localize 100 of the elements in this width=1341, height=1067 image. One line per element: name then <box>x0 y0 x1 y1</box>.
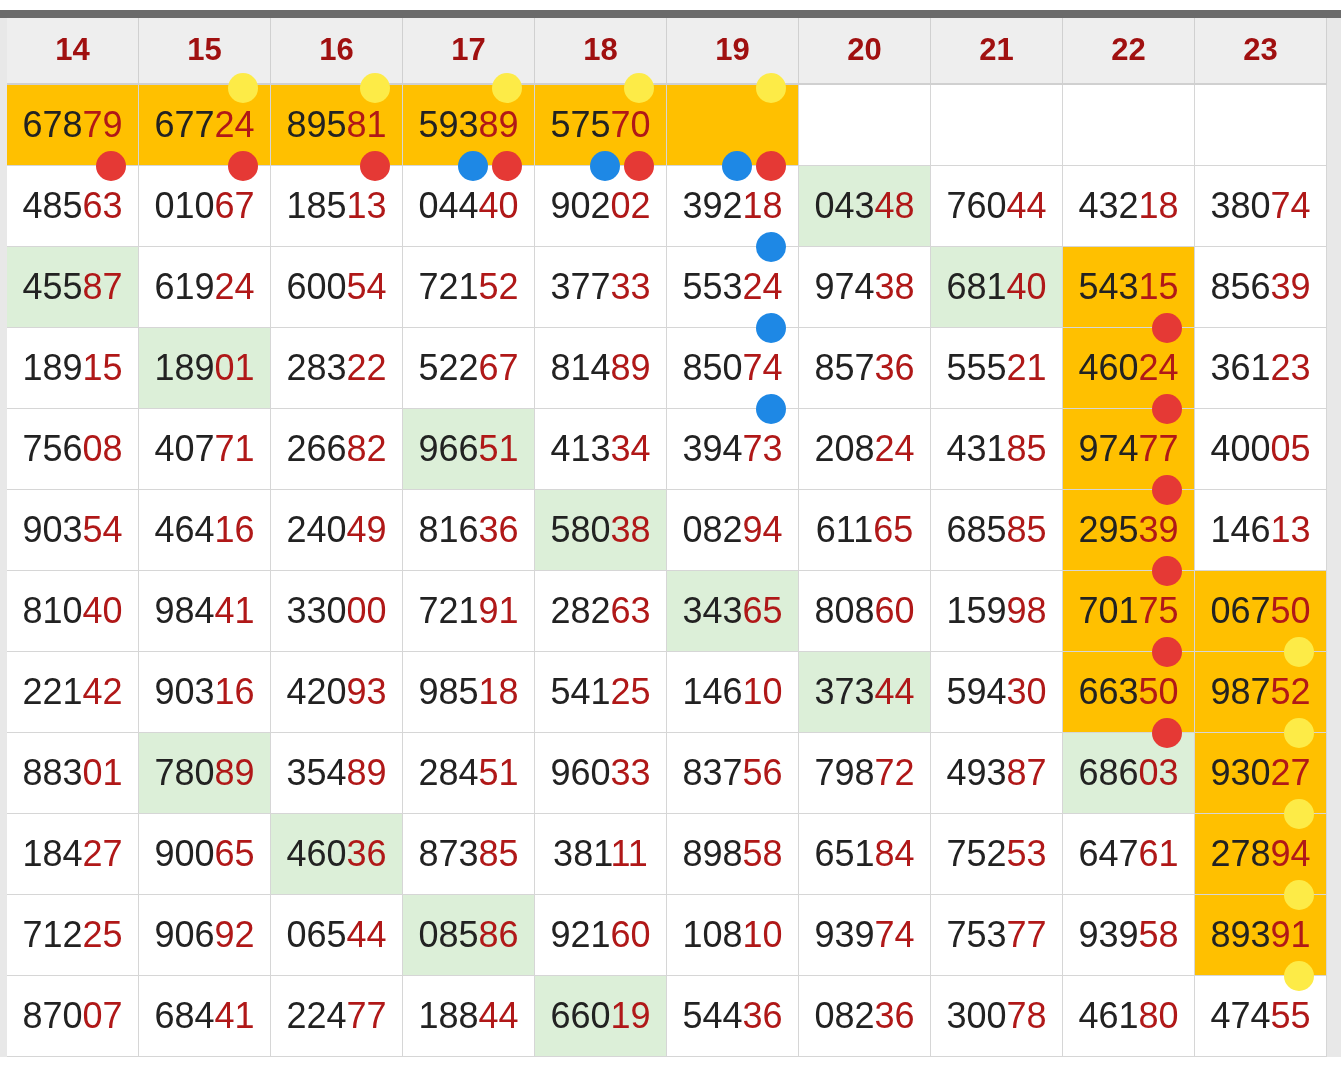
table-cell: 24049 <box>271 490 403 571</box>
table-cell: 81489 <box>535 328 667 409</box>
column-header: 22 <box>1063 18 1195 85</box>
table-cell: 46180 <box>1063 976 1195 1057</box>
table-cell: 85736 <box>799 328 931 409</box>
table-cell: 80860 <box>799 571 931 652</box>
table-cell: 20824 <box>799 409 931 490</box>
table-cell: 81040 <box>7 571 139 652</box>
table-cell: 88301 <box>7 733 139 814</box>
table-cell: 28322 <box>271 328 403 409</box>
table-cell: 85639 <box>1195 247 1327 328</box>
table-cell: 39473 <box>667 409 799 490</box>
table-cell: 68603 <box>1063 733 1195 814</box>
table-cell: 46416 <box>139 490 271 571</box>
table-cell: 79872 <box>799 733 931 814</box>
column-header: 16 <box>271 18 403 85</box>
table-cell: 49387 <box>931 733 1063 814</box>
table-cell: 26682 <box>271 409 403 490</box>
table-cell: 33000 <box>271 571 403 652</box>
table-cell: 87385 <box>403 814 535 895</box>
table-cell: 96651 <box>403 409 535 490</box>
table-cell: 75608 <box>7 409 139 490</box>
table-cell: 48563 <box>7 166 139 247</box>
table-cell: 43218 <box>1063 166 1195 247</box>
column-header: 20 <box>799 18 931 85</box>
table-cell: 83756 <box>667 733 799 814</box>
table-cell: 92160 <box>535 895 667 976</box>
table-cell: 45587 <box>7 247 139 328</box>
table-cell: 38111 <box>535 814 667 895</box>
column-header: 14 <box>7 18 139 85</box>
column-header: 23 <box>1195 18 1327 85</box>
table-cell: 01067 <box>139 166 271 247</box>
table-cell: 89858 <box>667 814 799 895</box>
table-cell: 64761 <box>1063 814 1195 895</box>
table-cell: 68585 <box>931 490 1063 571</box>
column-header: 17 <box>403 18 535 85</box>
table-cell: 58038 <box>535 490 667 571</box>
table-cell: 72191 <box>403 571 535 652</box>
table-cell: 54125 <box>535 652 667 733</box>
table-cell: 18901 <box>139 328 271 409</box>
table-cell: 38074 <box>1195 166 1327 247</box>
table-cell: 14613 <box>1195 490 1327 571</box>
table-cell: 68441 <box>139 976 271 1057</box>
table-cell: 97438 <box>799 247 931 328</box>
table-cell: 37733 <box>535 247 667 328</box>
table-cell: 59430 <box>931 652 1063 733</box>
table-cell: 90202 <box>535 166 667 247</box>
table-cell: 68140 <box>931 247 1063 328</box>
table-cell: 37344 <box>799 652 931 733</box>
table-cell: 43185 <box>931 409 1063 490</box>
table-cell: 54436 <box>667 976 799 1057</box>
table-cell: 61165 <box>799 490 931 571</box>
column-header: 19 <box>667 18 799 85</box>
table-cell: 98518 <box>403 652 535 733</box>
table-cell: 72152 <box>403 247 535 328</box>
table-cell: 28451 <box>403 733 535 814</box>
table-cell: 61924 <box>139 247 271 328</box>
table-cell: 10810 <box>667 895 799 976</box>
table-cell: 81636 <box>403 490 535 571</box>
table-cell: 22142 <box>7 652 139 733</box>
table-cell: 90692 <box>139 895 271 976</box>
table-cell: 28263 <box>535 571 667 652</box>
table-cell: 87007 <box>7 976 139 1057</box>
table-cell: 46036 <box>271 814 403 895</box>
table-cell: 93974 <box>799 895 931 976</box>
table-cell: 36123 <box>1195 328 1327 409</box>
table-cell: 22477 <box>271 976 403 1057</box>
table-cell: 34365 <box>667 571 799 652</box>
table-cell: 90065 <box>139 814 271 895</box>
table-cell: 93958 <box>1063 895 1195 976</box>
table-cell: 90316 <box>139 652 271 733</box>
table-cell: 08294 <box>667 490 799 571</box>
column-header: 15 <box>139 18 271 85</box>
table-cell: 71225 <box>7 895 139 976</box>
table-cell: 76044 <box>931 166 1063 247</box>
table-cell: 78089 <box>139 733 271 814</box>
table-cell: 65184 <box>799 814 931 895</box>
table-cell: 06544 <box>271 895 403 976</box>
table-cell: 75253 <box>931 814 1063 895</box>
table-cell: 52267 <box>403 328 535 409</box>
column-header: 18 <box>535 18 667 85</box>
table-cell: 41334 <box>535 409 667 490</box>
table-cell: 08236 <box>799 976 931 1057</box>
table-cell: 35489 <box>271 733 403 814</box>
table-cell: 14610 <box>667 652 799 733</box>
table-cell: 40005 <box>1195 409 1327 490</box>
table-cell: 66019 <box>535 976 667 1057</box>
table-cell: 04440 <box>403 166 535 247</box>
table-cell: 04348 <box>799 166 931 247</box>
table-cell: 18844 <box>403 976 535 1057</box>
table-cell: 55521 <box>931 328 1063 409</box>
table-cell: 47455 <box>1195 976 1327 1057</box>
table-cell: 15998 <box>931 571 1063 652</box>
table-cell: 30078 <box>931 976 1063 1057</box>
table-cell: 96033 <box>535 733 667 814</box>
column-header: 21 <box>931 18 1063 85</box>
table-cell: 42093 <box>271 652 403 733</box>
table-cell: 18427 <box>7 814 139 895</box>
table-cell: 75377 <box>931 895 1063 976</box>
table-cell: 18915 <box>7 328 139 409</box>
